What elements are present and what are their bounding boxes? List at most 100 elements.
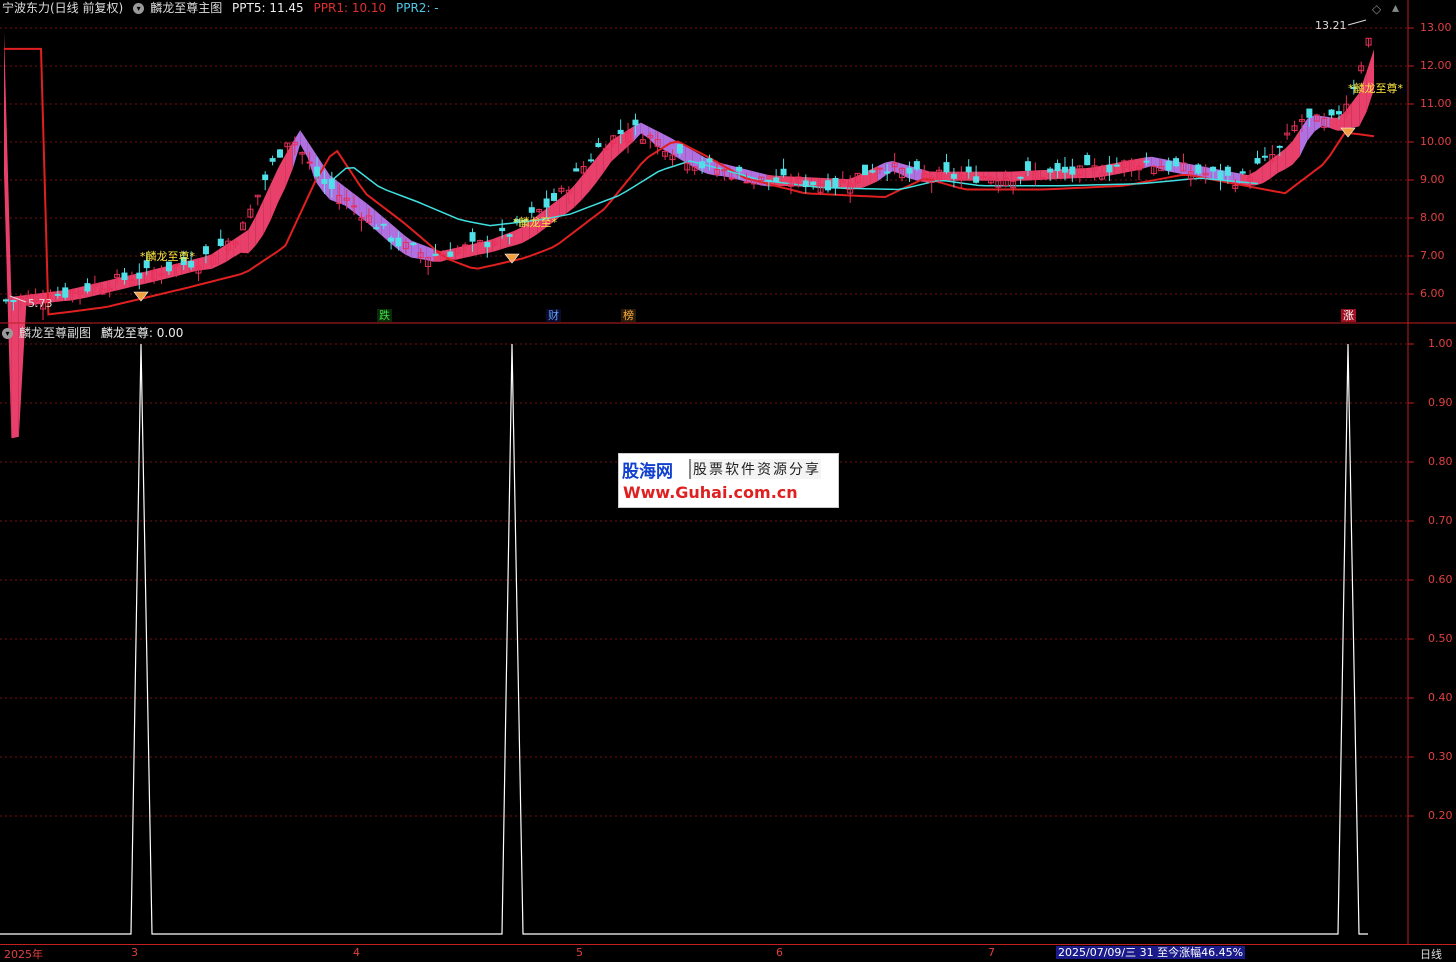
ppr1-value: PPR1: 10.10 [313,1,387,15]
candle-body [913,161,920,170]
candle-body [3,299,9,302]
candle-body [10,300,17,303]
trend-band-segment [1255,165,1263,186]
trend-band-segment [1003,171,1012,181]
candle-body [1173,158,1180,167]
trend-band-segment [1033,170,1041,181]
trend-band-segment [263,184,271,235]
trend-band-segment [855,173,864,190]
candle-body [1335,111,1342,115]
trend-band-segment [196,256,204,271]
trend-band-segment [107,278,116,293]
trend-band-segment [596,148,604,183]
trend-band-segment [100,280,108,295]
candle-body [543,198,550,208]
trend-band-segment [270,168,278,221]
sub-tick-label: 0.90 [1428,396,1453,409]
trend-band-segment [1085,167,1093,179]
trend-band-segment [566,185,575,214]
event-tag-rise[interactable]: 涨 [1341,309,1356,322]
candle-body [484,241,491,248]
candle-body [965,166,972,173]
trend-band-segment [359,197,367,223]
trend-band-segment [1100,164,1108,178]
candle-body [373,227,380,230]
candle-body [1328,109,1335,116]
candle-body [262,174,269,181]
candle-body [595,143,602,148]
candle-body [432,253,439,256]
sub-indicator-name[interactable]: 麟龙至尊副图 [19,326,91,340]
trend-band-segment [900,163,908,178]
sub-tick-label: 0.30 [1428,750,1453,763]
candle-body [1217,170,1224,180]
diamond-icon[interactable]: ◇ [1372,2,1381,16]
candle-body [617,129,624,135]
trend-band-segment [1137,157,1145,171]
stock-title[interactable]: 宁波东力(日线 前复权) [2,1,123,15]
candle-body [1306,108,1313,118]
candle-body [1047,168,1054,173]
event-tag-fall[interactable]: 跌 [377,309,392,322]
trend-band-segment [374,209,382,236]
candle-body [202,246,209,255]
candle-body [551,193,557,201]
trend-band-segment [781,175,789,187]
candle-body [743,181,750,184]
trend-band-segment [559,193,567,218]
indicator-menu-icon[interactable]: ▾ [133,3,145,14]
time-axis-month-7: 7 [988,946,995,959]
candle-body [84,283,91,292]
trend-band-segment [1262,159,1271,184]
candle-body [736,166,743,172]
candle-body [1054,163,1061,172]
scroll-up-icon[interactable]: ▴ [1392,0,1399,16]
trend-band-segment [203,254,212,270]
trend-band-segment [870,166,878,185]
sub-tick-label: 0.20 [1428,809,1453,822]
trend-band-segment [1077,168,1086,179]
event-tag-list[interactable]: 榜 [621,309,636,322]
candle-body [269,158,276,162]
time-axis-month-3: 3 [131,946,138,959]
candle-body [328,178,335,189]
candle-body [825,180,831,191]
trend-band-segment [1018,170,1026,181]
candle-body [884,171,891,174]
trend-band-segment [477,241,486,255]
watermark-banner: 股海网 股票软件资源分享 Www.Guhai.com.cn [618,453,839,508]
trend-band-segment [144,269,153,284]
candle-body [306,161,313,164]
period-range-label[interactable]: 2025/07/09/三 31 至今涨幅46.45% [1056,946,1246,959]
candle-body [1210,166,1217,172]
candle-body [1276,145,1283,148]
candle-body [950,173,957,179]
candle-body [1224,166,1231,176]
candle-body [528,207,535,213]
candle-body [462,244,469,247]
time-axis-year: 2025年 [4,948,43,961]
price-tick-label: 13.00 [1420,21,1452,34]
main-indicator-name[interactable]: 麟龙至尊主图 [150,1,222,15]
watermark-url: Www.Guhai.com.cn [623,483,798,502]
time-axis-month-6: 6 [776,946,783,959]
candle-body [1069,166,1076,175]
signal-label-3: *麟龙至尊* [1348,82,1403,95]
candle-body [314,166,321,177]
price-tick-label: 12.00 [1420,59,1452,72]
candle-body [136,272,143,279]
trend-band-segment [1092,165,1100,178]
trend-band-segment [233,234,241,258]
candle-body [1195,164,1202,174]
trend-band-segment [1240,173,1249,186]
trend-band-segment [611,135,619,162]
period-type-button[interactable]: 日线 [1420,946,1442,962]
sub-indicator-menu-icon[interactable]: ▾ [2,328,13,339]
price-tick-label: 10.00 [1420,135,1452,148]
event-tag-finance[interactable]: 财 [546,309,561,322]
candle-body [802,180,809,188]
trend-band-segment [285,142,293,188]
trend-band-segment [115,276,123,291]
candle-body [632,119,639,126]
candle-body [588,159,595,162]
